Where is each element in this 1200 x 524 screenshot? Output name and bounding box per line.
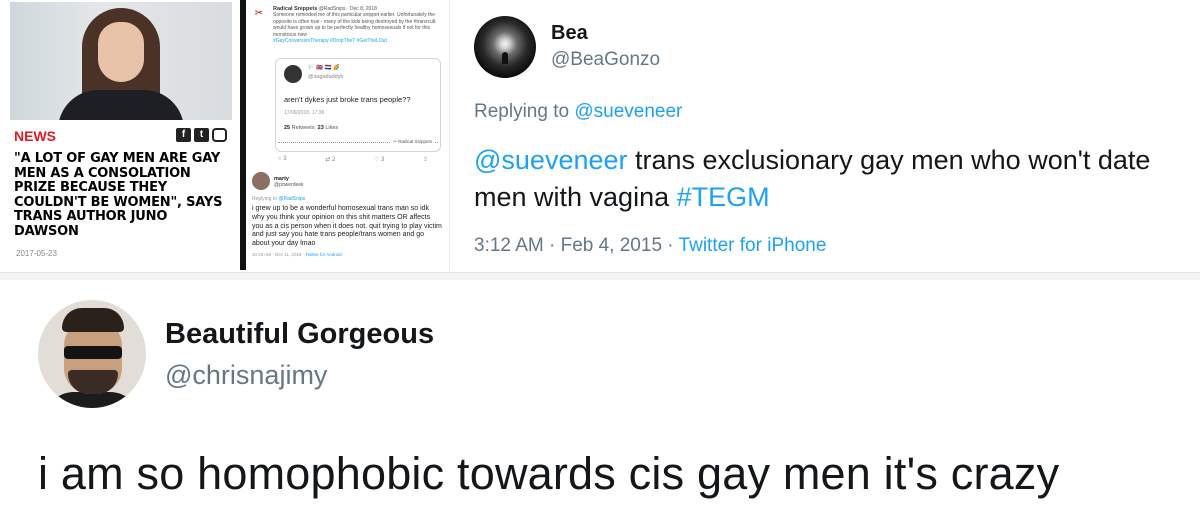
- tweet-meta: 3:12 AM · Feb 4, 2015 · Twitter for iPho…: [474, 235, 826, 257]
- news-photo: [10, 2, 232, 120]
- replying-prefix: Replying to: [474, 101, 570, 122]
- tweet-text: i am so homophobic towards cis gay men i…: [38, 448, 1060, 499]
- quoted-tweet[interactable]: 🏳️ 🇬🇧 🇳🇱 🌈 @sugadaddyk aren't dykes just…: [275, 58, 441, 152]
- tweet-actions: ○ 3 ⇄ 2 ♡ 3 ⇪: [278, 156, 428, 163]
- author-name[interactable]: Bea: [551, 22, 588, 45]
- reply-client[interactable]: Twitter for Android: [305, 252, 341, 257]
- replying-prefix: Replying to: [252, 196, 278, 203]
- tweet-time[interactable]: 3:12 AM · Feb 4, 2015 ·: [474, 235, 679, 256]
- retweet-count: 25: [284, 125, 291, 131]
- thread-screenshot: ✂ Radical Snippets @RadSnips · Dec 8, 20…: [246, 0, 448, 270]
- snippet-hashtags[interactable]: #GayConversionTherapy #DropTheT #GetTheL…: [273, 38, 443, 44]
- facebook-icon[interactable]: f: [176, 128, 191, 142]
- share-icon[interactable]: ⇪: [423, 156, 428, 163]
- avatar[interactable]: [38, 300, 146, 408]
- quote-stats: 25 Retweets 23 Likes: [284, 125, 338, 131]
- avatar[interactable]: [474, 16, 536, 78]
- reply-author-handle: @powerdeek: [274, 182, 304, 188]
- retweet-icon[interactable]: ⇄ 2: [325, 156, 335, 163]
- tweet-client[interactable]: Twitter for iPhone: [679, 235, 827, 256]
- quote-display-name: 🏳️ 🇬🇧 🇳🇱 🌈: [308, 65, 340, 71]
- snippet-tweet: Radical Snippets @RadSnips · Dec 8, 2018…: [273, 6, 443, 44]
- reply-time: 10:25 AM · Dec 11, 2018 ·: [252, 252, 305, 258]
- like-count: 23: [317, 125, 324, 131]
- retweet-label: Retweets: [291, 125, 315, 131]
- news-card: NEWS f t "A LOT OF GAY MEN ARE GAY MEN A…: [0, 0, 240, 270]
- scissors-icon: ✂: [254, 8, 264, 19]
- quote-text: aren't dykes just broke trans people??: [284, 95, 411, 104]
- like-label: Likes: [325, 125, 339, 131]
- quote-date: 17/09/2018, 17:36: [284, 110, 325, 116]
- panel-divider: [0, 272, 1200, 280]
- reply-icon[interactable]: ○ 3: [278, 156, 287, 163]
- snippet-author-name[interactable]: Radical Snippets: [273, 6, 317, 12]
- news-date: 2017-05-23: [16, 249, 57, 258]
- hashtag-link[interactable]: #TEGM: [677, 182, 770, 212]
- news-headline: "A LOT OF GAY MEN ARE GAY MEN AS A CONSO…: [14, 151, 223, 239]
- replying-to: Replying to @RadSnips: [252, 196, 442, 202]
- twitter-icon[interactable]: t: [194, 128, 209, 142]
- author-handle[interactable]: @chrisnajimy: [165, 360, 327, 391]
- reply-text: i grew up to be a wonderful homosexual t…: [252, 205, 442, 247]
- bg-tweet: Beautiful Gorgeous @chrisnajimy i am so …: [0, 280, 1200, 524]
- reply-tweet: marty @powerdeek Replying to @RadSnips i…: [252, 176, 442, 257]
- cut-label: ✂ Radical Snippets: [391, 139, 434, 145]
- replying-to-link[interactable]: @sueveneer: [574, 101, 682, 122]
- news-label: NEWS: [14, 128, 56, 144]
- instagram-icon[interactable]: [212, 128, 227, 142]
- bea-tweet: Bea @BeaGonzo Replying to @sueveneer @su…: [449, 0, 1200, 270]
- replying-to-link[interactable]: @RadSnips: [278, 196, 305, 202]
- quote-handle: @sugadaddyk: [308, 74, 344, 80]
- author-name[interactable]: Beautiful Gorgeous: [165, 318, 434, 351]
- mention-link[interactable]: @sueveneer: [474, 145, 628, 175]
- replying-to: Replying to @sueveneer: [474, 101, 682, 123]
- snippet-author-handle: @RadSnips · Dec 8, 2018: [318, 6, 377, 12]
- snippet-body: Someone reminded me of this particular s…: [273, 12, 436, 38]
- avatar[interactable]: [284, 65, 302, 83]
- tweet-text: @sueveneer trans exclusionary gay men wh…: [474, 142, 1194, 216]
- like-icon[interactable]: ♡ 3: [374, 156, 384, 163]
- reply-meta: 10:25 AM · Dec 11, 2018 · Twitter for An…: [252, 252, 442, 257]
- news-social-icons: f t: [176, 128, 227, 142]
- author-handle[interactable]: @BeaGonzo: [551, 49, 660, 71]
